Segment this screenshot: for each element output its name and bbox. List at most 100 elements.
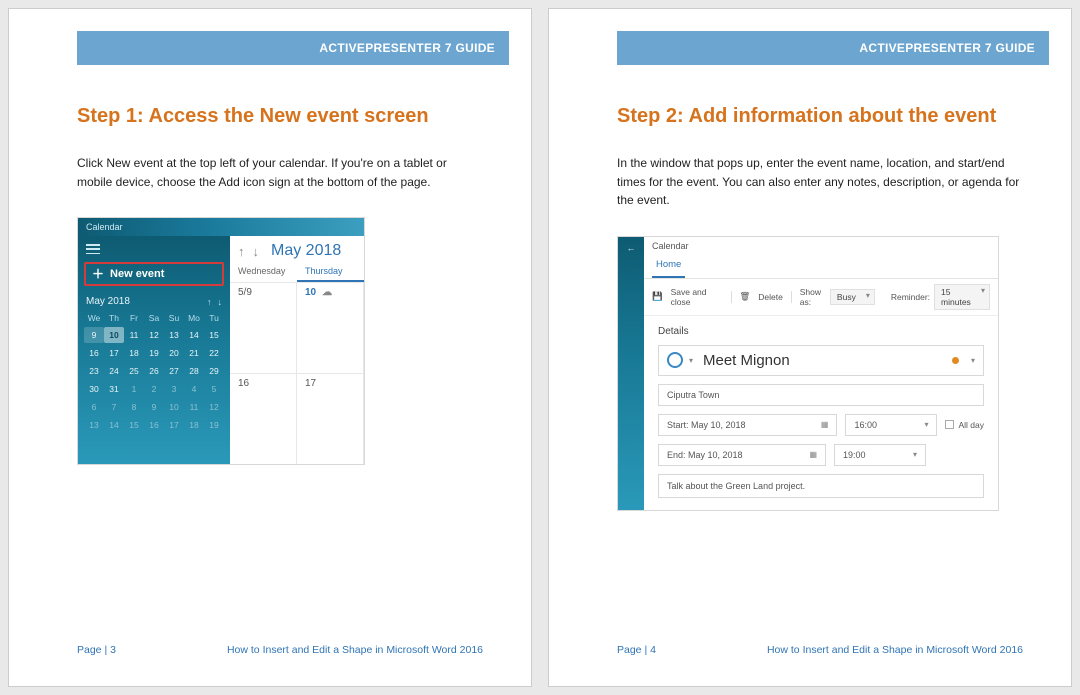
new-event-button[interactable]: ＋ New event xyxy=(84,262,224,286)
end-date-input[interactable]: End: May 10, 2018 ▦ xyxy=(658,444,826,466)
mini-day[interactable]: 12 xyxy=(144,327,164,343)
document-page-2: ACTIVEPRESENTER 7 GUIDE Step 2: Add info… xyxy=(548,8,1072,687)
mini-next-icon[interactable]: ↓ xyxy=(218,297,223,307)
chevron-down-icon[interactable]: ▾ xyxy=(971,356,975,365)
mini-dow: We xyxy=(84,311,104,325)
mini-day[interactable]: 27 xyxy=(164,363,184,379)
mini-day[interactable]: 24 xyxy=(104,363,124,379)
mini-day[interactable]: 13 xyxy=(84,417,104,433)
mini-day[interactable]: 11 xyxy=(124,327,144,343)
plus-icon: ＋ xyxy=(92,268,104,280)
mini-day[interactable]: 23 xyxy=(84,363,104,379)
allday-checkbox[interactable]: All day xyxy=(945,420,984,430)
chevron-down-icon: ▾ xyxy=(913,450,917,459)
step-title: Step 2: Add information about the event xyxy=(617,105,1023,128)
calendar-cell[interactable]: 17 xyxy=(297,373,364,464)
calendar-sidebar: ＋ New event May 2018 ↑ ↓ WeThFrSaSuMoTu9… xyxy=(78,236,230,464)
mini-day[interactable]: 10 xyxy=(164,399,184,415)
mini-day[interactable]: 4 xyxy=(184,381,204,397)
mini-dow: Th xyxy=(104,311,124,325)
mini-day[interactable]: 17 xyxy=(104,345,124,361)
next-icon[interactable]: ↓ xyxy=(253,244,260,259)
calendar-icon: ▦ xyxy=(809,450,817,459)
column-header-wed: Wednesday xyxy=(230,262,297,282)
mini-day[interactable]: 29 xyxy=(204,363,224,379)
mini-day[interactable]: 19 xyxy=(204,417,224,433)
new-event-label: New event xyxy=(110,268,164,280)
prev-icon[interactable]: ↑ xyxy=(238,244,245,259)
back-icon[interactable]: ← xyxy=(627,243,636,510)
mini-day[interactable]: 19 xyxy=(144,345,164,361)
mini-day[interactable]: 17 xyxy=(164,417,184,433)
event-name-input[interactable]: Meet Mignon xyxy=(691,352,944,369)
calendar-cell[interactable]: 16 xyxy=(230,373,297,464)
end-time-input[interactable]: 19:00 ▾ xyxy=(834,444,926,466)
event-left-rail: ← xyxy=(618,237,644,510)
mini-day[interactable]: 2 xyxy=(144,381,164,397)
footer-doc-title: How to Insert and Edit a Shape in Micros… xyxy=(767,644,1023,656)
start-time-input[interactable]: 16:00 ▾ xyxy=(845,414,937,436)
mini-dow: Tu xyxy=(204,311,224,325)
mini-day[interactable]: 21 xyxy=(184,345,204,361)
hamburger-icon[interactable] xyxy=(86,244,100,254)
mini-day[interactable]: 3 xyxy=(164,381,184,397)
calendar-icon: ▦ xyxy=(821,420,829,429)
showas-select[interactable]: Busy xyxy=(830,289,875,305)
mini-day[interactable]: 25 xyxy=(124,363,144,379)
calendar-titlebar: Calendar xyxy=(78,218,364,236)
event-name-row: Meet Mignon ▾ xyxy=(658,345,984,376)
reminder-select[interactable]: 15 minutes xyxy=(934,284,990,310)
save-button[interactable]: Save and close xyxy=(671,287,723,307)
mini-dow: Mo xyxy=(184,311,204,325)
step-lead: In the window that pops up, enter the ev… xyxy=(617,154,1023,210)
calendar-cell-today[interactable]: 10 ☁ xyxy=(297,282,364,373)
mini-day[interactable]: 7 xyxy=(104,399,124,415)
mini-day[interactable]: 22 xyxy=(204,345,224,361)
mini-day[interactable]: 20 xyxy=(164,345,184,361)
footer-doc-title: How to Insert and Edit a Shape in Micros… xyxy=(227,644,483,656)
notes-input[interactable]: Talk about the Green Land project. xyxy=(658,474,984,498)
mini-day[interactable]: 11 xyxy=(184,399,204,415)
mini-day[interactable]: 18 xyxy=(124,345,144,361)
mini-day[interactable]: 31 xyxy=(104,381,124,397)
start-date-input[interactable]: Start: May 10, 2018 ▦ xyxy=(658,414,837,436)
mini-day[interactable]: 9 xyxy=(84,327,104,343)
mini-day[interactable]: 16 xyxy=(84,345,104,361)
mini-calendar-grid: WeThFrSaSuMoTu91011121314151617181920212… xyxy=(84,311,224,433)
save-icon: 💾 xyxy=(652,291,663,302)
mini-day[interactable]: 15 xyxy=(124,417,144,433)
mini-day[interactable]: 18 xyxy=(184,417,204,433)
mini-day[interactable]: 9 xyxy=(144,399,164,415)
mini-day[interactable]: 14 xyxy=(104,417,124,433)
mini-dow: Fr xyxy=(124,311,144,325)
mini-day[interactable]: 16 xyxy=(144,417,164,433)
mini-day[interactable]: 5 xyxy=(204,381,224,397)
mini-day[interactable]: 28 xyxy=(184,363,204,379)
calendar-main: ↑ ↓ May 2018 Wednesday Thursday 5/9 10 ☁ xyxy=(230,236,364,464)
tab-home[interactable]: Home xyxy=(652,255,685,278)
checkbox-icon xyxy=(945,420,954,429)
mini-day[interactable]: 1 xyxy=(124,381,144,397)
location-input[interactable]: Ciputra Town xyxy=(658,384,984,406)
mini-dow: Su xyxy=(164,311,184,325)
mini-day[interactable]: 30 xyxy=(84,381,104,397)
mini-day[interactable]: 26 xyxy=(144,363,164,379)
reminder-label: Reminder: xyxy=(891,292,930,302)
document-page-1: ACTIVEPRESENTER 7 GUIDE Step 1: Access t… xyxy=(8,8,532,687)
calendar-picker-icon[interactable] xyxy=(667,352,683,368)
mini-day[interactable]: 6 xyxy=(84,399,104,415)
calendar-cell[interactable]: 5/9 xyxy=(230,282,297,373)
step-lead: Click New event at the top left of your … xyxy=(77,154,483,191)
category-dot-icon xyxy=(952,357,959,364)
mini-day[interactable]: 8 xyxy=(124,399,144,415)
mini-day[interactable]: 13 xyxy=(164,327,184,343)
day-number: 10 xyxy=(305,287,316,298)
page-number: Page | 3 xyxy=(77,644,116,656)
mini-day[interactable]: 12 xyxy=(204,399,224,415)
mini-day[interactable]: 10 xyxy=(104,327,124,343)
mini-day[interactable]: 15 xyxy=(204,327,224,343)
event-toolbar: 💾 Save and close 🗑 Delete Show as: Busy … xyxy=(644,279,998,316)
mini-prev-icon[interactable]: ↑ xyxy=(207,297,212,307)
mini-day[interactable]: 14 xyxy=(184,327,204,343)
delete-button[interactable]: Delete xyxy=(758,292,783,302)
